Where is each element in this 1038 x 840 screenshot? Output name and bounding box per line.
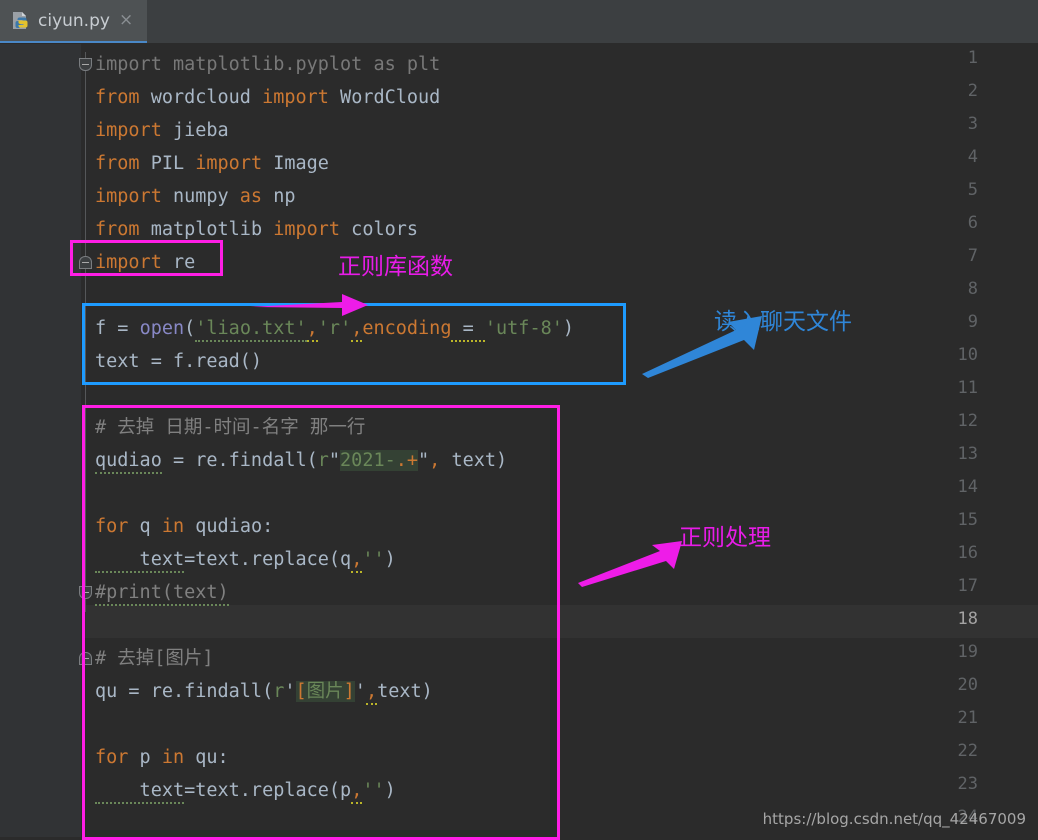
code-fold-guide-line [85, 52, 86, 612]
tab-ciyun-py[interactable]: ciyun.py × [0, 0, 147, 43]
line-number-4: 4 [967, 147, 978, 167]
current-line-highlight [0, 605, 1038, 638]
line-number-8: 8 [967, 279, 978, 299]
line-number-16: 16 [957, 543, 978, 563]
line-number-gutter [0, 44, 82, 837]
python-file-icon [12, 11, 31, 31]
line-number-18: 18 [957, 609, 978, 629]
code-line-1: import matplotlib.pyplot as plt [95, 54, 441, 75]
anno-regex-process: 正则处理 [679, 525, 771, 551]
tab-label: ciyun.py [38, 10, 110, 31]
code-line-6: from matplotlib import colors [95, 219, 419, 240]
anno-regex-lib: 正则库函数 [338, 254, 453, 280]
line-number-9: 9 [967, 312, 978, 332]
line-number-19: 19 [957, 642, 978, 662]
line-number-2: 2 [967, 81, 978, 101]
code-editor[interactable]: 1 2 3 4 5 6 7 8 9 10 11 12 13 14 15 16 17 18 19 20 21 22 23 24 … [0, 44, 1038, 840]
fold-marker-line-19[interactable] [79, 652, 92, 665]
editor-tab-bar: ciyun.py × [0, 0, 1038, 44]
code-line-3: import jieba [95, 120, 229, 141]
code-line-13: qudiao = re.findall(r"2021-.+", text) [95, 444, 507, 477]
line-number-1: 1 [967, 48, 978, 68]
code-line-22: for p in qu: [95, 747, 229, 768]
gutter-divider [81, 44, 82, 837]
line-number-23: 23 [957, 774, 978, 794]
line-number-20: 20 [957, 675, 978, 695]
line-number-5: 5 [967, 180, 978, 200]
line-number-14: 14 [957, 477, 978, 497]
code-line-10: text = f.read() [95, 351, 263, 372]
line-number-15: 15 [957, 510, 978, 530]
line-number-10: 10 [957, 345, 978, 365]
line-number-12: 12 [957, 411, 978, 431]
line-number-6: 6 [967, 213, 978, 233]
line-number-21: 21 [957, 708, 978, 728]
line-number-7: 7 [967, 246, 978, 266]
code-line-15: for q in qudiao: [95, 516, 274, 537]
code-line-19: # 去掉[图片] [95, 648, 214, 669]
magenta-arrow-upright [578, 541, 682, 587]
code-line-23: text=text.replace(p,'') [95, 774, 396, 807]
code-line-17: #print(text) [95, 576, 229, 609]
line-number-11: 11 [957, 378, 978, 398]
fold-marker-line-7[interactable] [79, 256, 92, 269]
code-line-2: from wordcloud import WordCloud [95, 87, 441, 108]
code-line-16: text=text.replace(q,'') [95, 543, 396, 576]
line-number-17: 17 [957, 576, 978, 596]
anno-read-chatfile: 读入聊天文件 [714, 309, 852, 335]
line-number-13: 13 [957, 444, 978, 464]
code-line-12: # 去掉 日期-时间-名字 那一行 [95, 417, 366, 438]
fold-marker-line-1[interactable] [79, 58, 92, 71]
watermark-url: https://blog.csdn.net/qq_42467009 [762, 810, 1026, 828]
close-icon[interactable]: × [119, 12, 133, 29]
code-line-4: from PIL import Image [95, 153, 329, 174]
fold-marker-line-17[interactable] [79, 586, 92, 599]
line-number-22: 22 [957, 741, 978, 761]
code-line-5: import numpy as np [95, 186, 296, 207]
code-line-7: import re [95, 252, 196, 273]
magenta-arrow-right [250, 294, 368, 316]
line-number-3: 3 [967, 114, 978, 134]
code-line-20: qu = re.findall(r'[图片]',text) [95, 675, 433, 708]
